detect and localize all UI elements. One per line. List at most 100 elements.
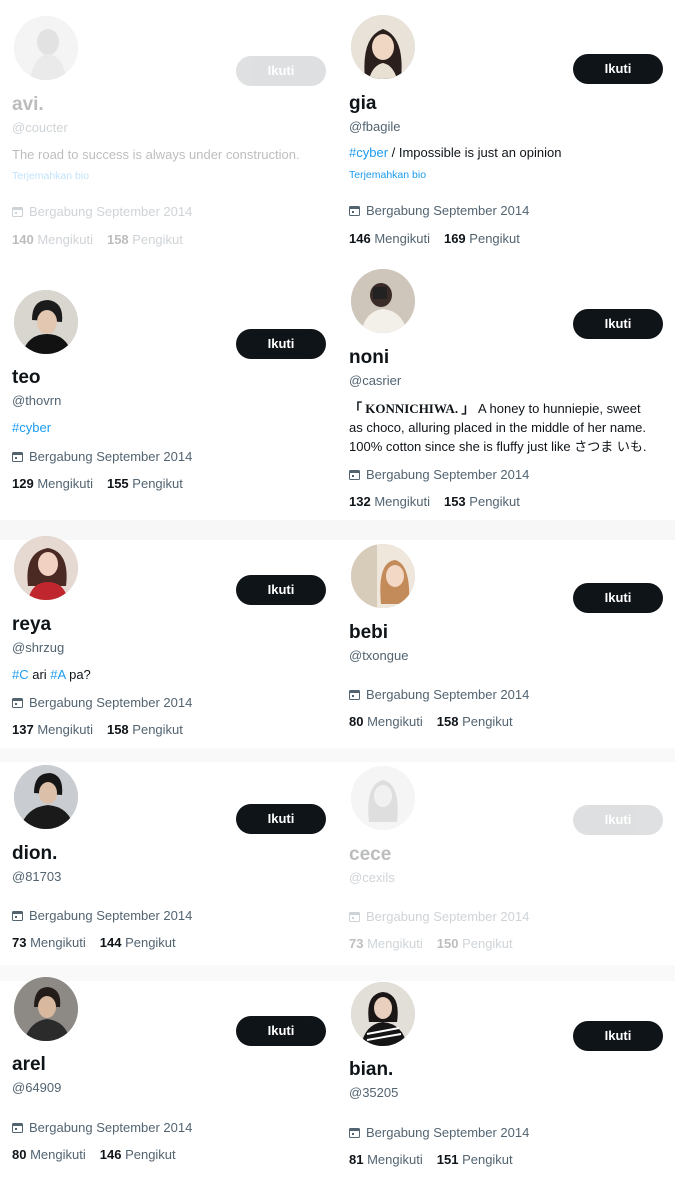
following-label[interactable]: Mengikuti: [367, 714, 423, 729]
following-label[interactable]: Mengikuti: [37, 476, 93, 491]
join-date-text: Bergabung September 2014: [366, 1125, 530, 1140]
bio: #cyber: [12, 418, 51, 437]
followers-count: 155: [106, 476, 129, 491]
following-label[interactable]: Mengikuti: [367, 1152, 423, 1167]
avatar[interactable]: [14, 536, 78, 600]
display-name: cece: [349, 844, 392, 865]
display-name: bian.: [349, 1059, 394, 1080]
username[interactable]: @35205: [349, 1085, 398, 1100]
followers-label[interactable]: Pengikut: [462, 714, 513, 729]
profile-card-bian[interactable]: Ikuti bian. @35205 Bergabung September 2…: [349, 982, 669, 1177]
profile-card-bebi[interactable]: Ikuti bebi @txongue Bergabung September …: [349, 544, 669, 744]
bio-line: 100% cotton since she is fluffy just lik…: [349, 439, 647, 454]
display-name: teo: [12, 367, 41, 388]
profile-card-gia[interactable]: Ikuti gia @fbagile #cyber / Impossible i…: [349, 15, 669, 255]
join-date-text: Bergabung September 2014: [29, 695, 193, 710]
display-name: dion.: [12, 843, 58, 864]
join-date-text: Bergabung September 2014: [366, 687, 530, 702]
username[interactable]: @coucter: [12, 120, 68, 135]
avatar[interactable]: [351, 982, 415, 1046]
calendar-icon: [12, 698, 23, 708]
bio-text: pa?: [65, 667, 91, 682]
follow-button[interactable]: Ikuti: [236, 56, 326, 86]
follow-button[interactable]: Ikuti: [573, 583, 663, 613]
display-name: avi.: [12, 94, 44, 115]
username[interactable]: @txongue: [349, 648, 408, 663]
profile-card-dion[interactable]: Ikuti dion. @81703 Bergabung September 2…: [12, 765, 332, 960]
username[interactable]: @shrzug: [12, 640, 64, 655]
followers-label[interactable]: Pengikut: [125, 1147, 176, 1162]
avatar[interactable]: [351, 269, 415, 333]
followers-label[interactable]: Pengikut: [469, 494, 520, 509]
following-label[interactable]: Mengikuti: [30, 935, 86, 950]
followers-label[interactable]: Pengikut: [125, 935, 176, 950]
follow-stats: 140 Mengikuti 158 Pengikut: [12, 232, 183, 247]
bio-text: / Impossible is just an opinion: [388, 145, 562, 160]
avatar[interactable]: [14, 16, 78, 80]
following-count: 80: [349, 714, 364, 729]
profile-card-cece[interactable]: Ikuti cece @cexils Bergabung September 2…: [349, 766, 669, 961]
avatar[interactable]: [14, 765, 78, 829]
following-label[interactable]: Mengikuti: [374, 231, 430, 246]
following-label[interactable]: Mengikuti: [367, 936, 423, 951]
avatar[interactable]: [14, 977, 78, 1041]
profile-card-arel[interactable]: Ikuti arel @64909 Bergabung September 20…: [12, 977, 332, 1172]
follow-button[interactable]: Ikuti: [573, 309, 663, 339]
join-date: Bergabung September 2014: [349, 909, 529, 924]
follow-button[interactable]: Ikuti: [236, 329, 326, 359]
avatar[interactable]: [14, 290, 78, 354]
profile-card-noni[interactable]: Ikuti noni @casrier 「 KONNICHIWA. 」 A ho…: [349, 269, 669, 519]
join-date-text: Bergabung September 2014: [366, 467, 530, 482]
calendar-icon: [12, 207, 23, 217]
bio-text: ari: [28, 667, 51, 682]
hashtag-link[interactable]: #cyber: [349, 145, 388, 160]
follow-button[interactable]: Ikuti: [236, 804, 326, 834]
followers-label[interactable]: Pengikut: [462, 936, 513, 951]
following-label[interactable]: Mengikuti: [37, 232, 93, 247]
following-count: 73: [349, 936, 364, 951]
follow-stats: 80 Mengikuti 158 Pengikut: [349, 714, 513, 729]
follow-button[interactable]: Ikuti: [573, 805, 663, 835]
username[interactable]: @cexils: [349, 870, 395, 885]
avatar[interactable]: [351, 15, 415, 79]
calendar-icon: [349, 206, 360, 216]
avatar[interactable]: [351, 766, 415, 830]
join-date: Bergabung September 2014: [349, 467, 529, 482]
following-label[interactable]: Mengikuti: [30, 1147, 86, 1162]
followers-count: 153: [443, 494, 466, 509]
username[interactable]: @81703: [12, 869, 61, 884]
username[interactable]: @casrier: [349, 373, 401, 388]
translate-bio-link[interactable]: Terjemahkan bio: [349, 169, 426, 181]
hashtag-link[interactable]: #cyber: [12, 420, 51, 435]
translate-bio-link[interactable]: Terjemahkan bio: [12, 170, 89, 182]
calendar-icon: [349, 1128, 360, 1138]
join-date-text: Bergabung September 2014: [366, 203, 530, 218]
hashtag-link[interactable]: #C: [12, 667, 29, 682]
followers-label[interactable]: Pengikut: [132, 232, 183, 247]
hashtag-link[interactable]: #A: [50, 667, 65, 682]
bio-line: as choco, alluring placed in the middle …: [349, 420, 647, 435]
followers-label[interactable]: Pengikut: [132, 722, 183, 737]
profile-card-avi[interactable]: Ikuti avi. @coucter The road to success …: [12, 16, 332, 256]
followers-label[interactable]: Pengikut: [132, 476, 183, 491]
follow-button[interactable]: Ikuti: [573, 54, 663, 84]
bio-bold-text: 「 KONNICHIWA. 」: [349, 401, 475, 416]
profile-card-teo[interactable]: Ikuti teo @thovrn #cyber Bergabung Septe…: [12, 290, 332, 500]
follow-button[interactable]: Ikuti: [236, 575, 326, 605]
follow-stats: 73 Mengikuti 144 Pengikut: [12, 935, 176, 950]
username[interactable]: @thovrn: [12, 393, 61, 408]
username[interactable]: @64909: [12, 1080, 61, 1095]
followers-label[interactable]: Pengikut: [462, 1152, 513, 1167]
follow-stats: 137 Mengikuti 158 Pengikut: [12, 722, 183, 737]
bio: The road to success is always under cons…: [12, 147, 300, 162]
profile-card-reya[interactable]: Ikuti reya @shrzug #C ari #A pa? Bergabu…: [12, 536, 332, 746]
followers-count: 146: [99, 1147, 122, 1162]
avatar[interactable]: [351, 544, 415, 608]
follow-button[interactable]: Ikuti: [573, 1021, 663, 1051]
following-count: 146: [349, 231, 371, 246]
username[interactable]: @fbagile: [349, 119, 401, 134]
following-label[interactable]: Mengikuti: [374, 494, 430, 509]
followers-label[interactable]: Pengikut: [469, 231, 520, 246]
following-label[interactable]: Mengikuti: [37, 722, 93, 737]
follow-button[interactable]: Ikuti: [236, 1016, 326, 1046]
